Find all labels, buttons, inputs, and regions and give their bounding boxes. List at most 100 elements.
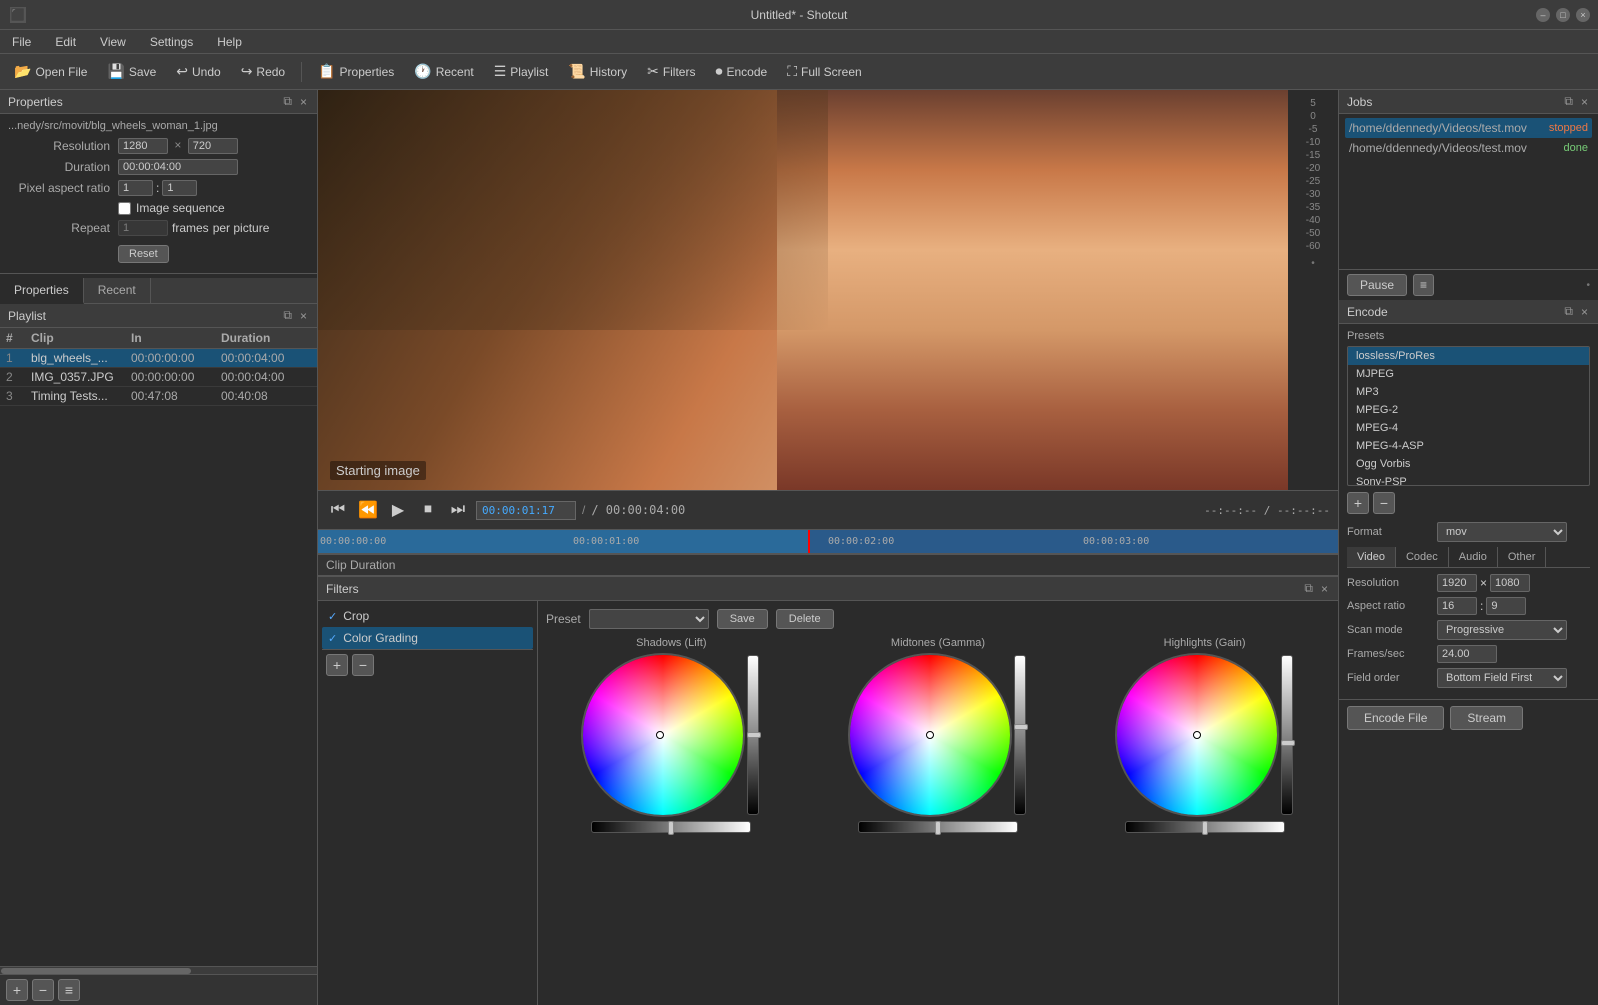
ruler-track[interactable]: 00:00:00:00 00:00:01:00 00:00:02:00 00:0… bbox=[318, 530, 1338, 553]
playlist-button[interactable]: ☰ Playlist bbox=[486, 60, 557, 83]
highlights-hslider-handle[interactable] bbox=[1202, 821, 1208, 835]
preset-item[interactable]: MJPEG bbox=[1348, 365, 1589, 383]
recent-button[interactable]: 🕐 Recent bbox=[406, 60, 481, 83]
minimize-button[interactable]: – bbox=[1536, 8, 1550, 22]
filters-close-button[interactable]: × bbox=[1319, 581, 1330, 596]
shadows-dot[interactable] bbox=[656, 731, 664, 739]
undo-button[interactable]: ↩ Undo bbox=[168, 60, 228, 83]
next-frame-button[interactable]: ⏭ bbox=[446, 498, 470, 522]
highlights-dot[interactable] bbox=[1193, 731, 1201, 739]
midtones-dot[interactable] bbox=[926, 731, 934, 739]
audio-menu-button[interactable]: ≡ bbox=[1413, 274, 1434, 296]
aspect-h-input[interactable] bbox=[162, 180, 197, 196]
shadows-slider[interactable] bbox=[747, 655, 759, 815]
preset-item[interactable]: MPEG-4-ASP bbox=[1348, 437, 1589, 455]
rewind-button[interactable]: ⏮ bbox=[326, 498, 350, 522]
properties-button[interactable]: 📋 Properties bbox=[310, 60, 402, 83]
shadows-color-wheel[interactable] bbox=[583, 655, 743, 815]
remove-item-button[interactable]: − bbox=[32, 979, 54, 1001]
menu-view[interactable]: View bbox=[96, 33, 130, 51]
resolution-height-input[interactable] bbox=[188, 138, 238, 154]
preset-item[interactable]: MPEG-2 bbox=[1348, 401, 1589, 419]
midtones-slider[interactable] bbox=[1014, 655, 1026, 815]
playlist-float-button[interactable]: ⧉ bbox=[281, 308, 294, 323]
enc-resolution-h[interactable] bbox=[1490, 574, 1530, 592]
encode-file-button[interactable]: Encode File bbox=[1347, 706, 1444, 730]
filters-button[interactable]: ✂ Filters bbox=[639, 60, 703, 83]
jobs-close-button[interactable]: × bbox=[1579, 94, 1590, 109]
open-file-button[interactable]: 📂 Open File bbox=[6, 60, 95, 83]
tab-video[interactable]: Video bbox=[1347, 547, 1396, 567]
enc-aspect-h[interactable] bbox=[1486, 597, 1526, 615]
play-button[interactable]: ▶ bbox=[386, 498, 410, 522]
save-button[interactable]: 💾 Save bbox=[99, 60, 164, 83]
close-button[interactable]: × bbox=[1576, 8, 1590, 22]
playlist-close-button[interactable]: × bbox=[298, 308, 309, 323]
shadows-hslider-handle[interactable] bbox=[668, 821, 674, 835]
preset-select[interactable] bbox=[589, 609, 709, 629]
history-button[interactable]: 📜 History bbox=[560, 60, 635, 83]
menu-file[interactable]: File bbox=[8, 33, 35, 51]
redo-button[interactable]: ↪ Redo bbox=[233, 60, 293, 83]
aspect-w-input[interactable] bbox=[118, 180, 153, 196]
add-filter-button[interactable]: + bbox=[326, 654, 348, 676]
shadows-hslider[interactable] bbox=[591, 821, 751, 833]
midtones-color-wheel[interactable] bbox=[850, 655, 1010, 815]
format-select[interactable]: mov bbox=[1437, 522, 1567, 542]
enc-resolution-w[interactable] bbox=[1437, 574, 1477, 592]
playlist-scrollbar[interactable] bbox=[0, 966, 317, 974]
reset-button[interactable]: Reset bbox=[118, 245, 169, 263]
fullscreen-button[interactable]: ⛶ Full Screen bbox=[779, 60, 870, 83]
filter-delete-button[interactable]: Delete bbox=[776, 609, 834, 629]
jobs-float-button[interactable]: ⧉ bbox=[1562, 94, 1575, 109]
filters-float-button[interactable]: ⧉ bbox=[1302, 581, 1315, 596]
duration-input[interactable] bbox=[118, 159, 238, 175]
highlights-slider-handle[interactable] bbox=[1281, 740, 1295, 746]
filter-crop[interactable]: ✓ Crop bbox=[322, 605, 533, 627]
pause-button[interactable]: Pause bbox=[1347, 274, 1407, 296]
list-item[interactable]: 1 blg_wheels_... 00:00:00:00 00:00:04:00 bbox=[0, 349, 317, 368]
highlights-color-wheel[interactable] bbox=[1117, 655, 1277, 815]
job-item[interactable]: /home/ddennedy/Videos/test.mov done bbox=[1345, 138, 1592, 158]
enc-fps-input[interactable] bbox=[1437, 645, 1497, 663]
midtones-hslider-handle[interactable] bbox=[935, 821, 941, 835]
list-item[interactable]: 3 Timing Tests... 00:47:08 00:40:08 bbox=[0, 387, 317, 406]
midtones-hslider[interactable] bbox=[858, 821, 1018, 833]
filter-color-grading[interactable]: ✓ Color Grading bbox=[322, 627, 533, 649]
encode-button[interactable]: ⏺ Encode bbox=[707, 60, 775, 83]
stop-button[interactable]: ⏹ bbox=[416, 498, 440, 522]
menu-settings[interactable]: Settings bbox=[146, 33, 197, 51]
maximize-button[interactable]: □ bbox=[1556, 8, 1570, 22]
tab-properties[interactable]: Properties bbox=[0, 278, 84, 304]
tab-other[interactable]: Other bbox=[1498, 547, 1547, 567]
add-item-button[interactable]: + bbox=[6, 979, 28, 1001]
preset-item[interactable]: MPEG-4 bbox=[1348, 419, 1589, 437]
resolution-width-input[interactable] bbox=[118, 138, 168, 154]
list-item[interactable]: 2 IMG_0357.JPG 00:00:00:00 00:00:04:00 bbox=[0, 368, 317, 387]
encode-float-button[interactable]: ⧉ bbox=[1562, 304, 1575, 319]
menu-edit[interactable]: Edit bbox=[51, 33, 80, 51]
tab-codec[interactable]: Codec bbox=[1396, 547, 1449, 567]
tab-recent[interactable]: Recent bbox=[84, 278, 151, 303]
highlights-hslider[interactable] bbox=[1125, 821, 1285, 833]
remove-preset-button[interactable]: − bbox=[1373, 492, 1395, 514]
timecode-input[interactable] bbox=[476, 501, 576, 520]
stream-button[interactable]: Stream bbox=[1450, 706, 1523, 730]
filter-save-button[interactable]: Save bbox=[717, 609, 768, 629]
enc-aspect-w[interactable] bbox=[1437, 597, 1477, 615]
menu-button[interactable]: ≡ bbox=[58, 979, 80, 1001]
timeline-ruler[interactable]: 00:00:00:00 00:00:01:00 00:00:02:00 00:0… bbox=[318, 530, 1338, 554]
tab-audio[interactable]: Audio bbox=[1449, 547, 1498, 567]
preset-item[interactable]: Sony-PSP bbox=[1348, 473, 1589, 486]
preset-item[interactable]: lossless/ProRes bbox=[1348, 347, 1589, 365]
prev-frame-button[interactable]: ⏪ bbox=[356, 498, 380, 522]
midtones-slider-handle[interactable] bbox=[1014, 724, 1028, 730]
enc-scan-select[interactable]: Progressive bbox=[1437, 620, 1567, 640]
properties-float-button[interactable]: ⧉ bbox=[281, 94, 294, 109]
job-item[interactable]: /home/ddennedy/Videos/test.mov stopped bbox=[1345, 118, 1592, 138]
image-sequence-checkbox[interactable] bbox=[118, 202, 131, 215]
enc-field-select[interactable]: Bottom Field First bbox=[1437, 668, 1567, 688]
properties-close-button[interactable]: × bbox=[298, 94, 309, 109]
preset-item[interactable]: Ogg Vorbis bbox=[1348, 455, 1589, 473]
shadows-slider-handle[interactable] bbox=[747, 732, 761, 738]
